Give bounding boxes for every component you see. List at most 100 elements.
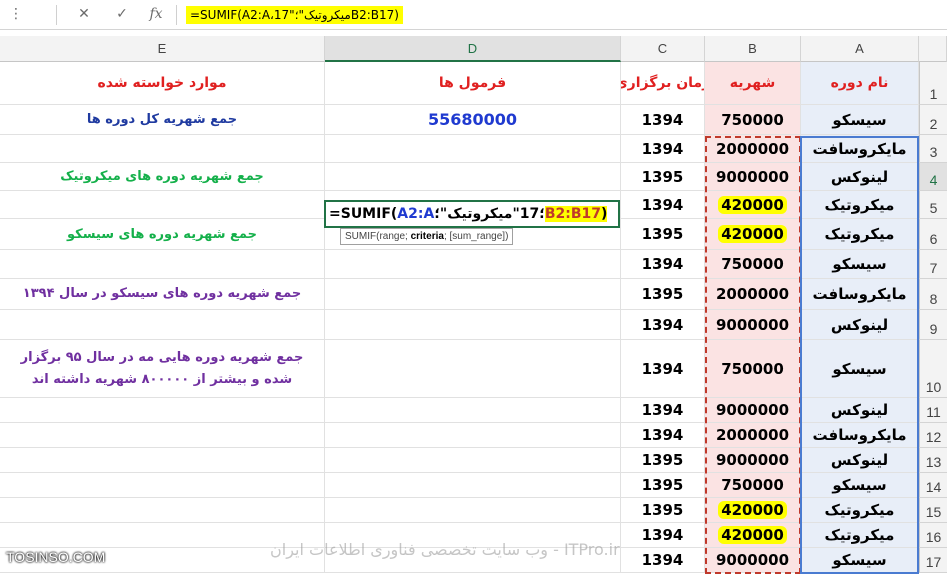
row-header[interactable]: 11 [919, 398, 947, 423]
cell-b9[interactable]: 9000000 [705, 310, 801, 340]
row-header[interactable]: 6 [919, 219, 947, 250]
cell-a13[interactable]: لینوکس [801, 448, 919, 473]
cell-d8[interactable] [325, 279, 621, 310]
cell-d15[interactable] [325, 498, 621, 523]
row-header[interactable]: 13 [919, 448, 947, 473]
cell-b12[interactable]: 2000000 [705, 423, 801, 448]
row-header[interactable]: 4 [919, 163, 947, 191]
cell-a10[interactable]: سیسکو [801, 340, 919, 398]
cell-a11[interactable]: لینوکس [801, 398, 919, 423]
tooltip-criteria[interactable]: criteria [411, 231, 444, 242]
header-cell-d[interactable]: فرمول ها [325, 62, 621, 105]
cell-d3[interactable] [325, 135, 621, 163]
cell-e9[interactable] [0, 310, 325, 340]
column-header-c[interactable]: C [621, 36, 705, 62]
cell-c13[interactable]: 1395 [621, 448, 705, 473]
cell-c5[interactable]: 1394 [621, 191, 705, 219]
cell-d10[interactable] [325, 340, 621, 398]
row-header[interactable]: 14 [919, 473, 947, 498]
cell-b16[interactable]: 420000 [705, 523, 801, 548]
cell-b7[interactable]: 750000 [705, 250, 801, 279]
insert-function-icon[interactable]: fx [146, 4, 166, 24]
cell-a14[interactable]: سیسکو [801, 473, 919, 498]
cell-a5[interactable]: میکروتیک [801, 191, 919, 219]
column-header-d[interactable]: D [325, 36, 621, 62]
header-cell-e[interactable]: موارد خواسته شده [0, 62, 325, 105]
cell-b3[interactable]: 2000000 [705, 135, 801, 163]
cell-c7[interactable]: 1394 [621, 250, 705, 279]
row-header[interactable]: 5 [919, 191, 947, 219]
cell-a6[interactable]: میکروتیک [801, 219, 919, 250]
cell-d4[interactable] [325, 163, 621, 191]
cell-e5[interactable] [0, 191, 325, 219]
cell-b10[interactable]: 750000 [705, 340, 801, 398]
cell-c17[interactable]: 1394 [621, 548, 705, 573]
cell-a15[interactable]: میکروتیک [801, 498, 919, 523]
row-header[interactable]: 7 [919, 250, 947, 279]
cell-b13[interactable]: 9000000 [705, 448, 801, 473]
active-cell-editor[interactable]: =SUMIF( A2:A ؛17"میکروتیک"؛ B2:B17 ) [324, 200, 620, 228]
cell-d9[interactable] [325, 310, 621, 340]
row-header[interactable]: 9 [919, 310, 947, 340]
cell-e6[interactable]: جمع شهریه دوره های سیسکو [0, 219, 325, 250]
header-cell-c[interactable]: زمان برگزاری [621, 62, 705, 105]
cell-c14[interactable]: 1395 [621, 473, 705, 498]
cell-d11[interactable] [325, 398, 621, 423]
header-cell-b[interactable]: شهریه [705, 62, 801, 105]
row-header[interactable]: 1 [919, 62, 947, 105]
cell-c16[interactable]: 1394 [621, 523, 705, 548]
cell-b4[interactable]: 9000000 [705, 163, 801, 191]
column-header-b[interactable]: B [705, 36, 801, 62]
cell-c9[interactable]: 1394 [621, 310, 705, 340]
cell-e2[interactable]: جمع شهریه کل دوره ها [0, 105, 325, 135]
cell-a12[interactable]: مایکروسافت [801, 423, 919, 448]
cell-d12[interactable] [325, 423, 621, 448]
cell-a2[interactable]: سیسکو [801, 105, 919, 135]
cell-a8[interactable]: مایکروسافت [801, 279, 919, 310]
row-header[interactable]: 8 [919, 279, 947, 310]
more-options-icon[interactable]: ⋮ [6, 4, 26, 24]
formula-input[interactable]: =SUMIF(A2:A،17"میکروتیک"؛B2:B17) [186, 6, 403, 24]
cell-c6[interactable]: 1395 [621, 219, 705, 250]
cell-a4[interactable]: لینوکس [801, 163, 919, 191]
cell-e3[interactable] [0, 135, 325, 163]
cell-e11[interactable] [0, 398, 325, 423]
row-header[interactable]: 12 [919, 423, 947, 448]
cell-e10[interactable]: جمع شهریه دوره هایی مه در سال ۹۵ برگزار … [0, 340, 325, 398]
cell-c15[interactable]: 1395 [621, 498, 705, 523]
tooltip-rest[interactable]: ; [sum_range]) [444, 231, 508, 242]
column-header-e[interactable]: E [0, 36, 325, 62]
cell-b5[interactable]: 420000 [705, 191, 801, 219]
row-header[interactable]: 2 [919, 105, 947, 135]
cell-b2[interactable]: 750000 [705, 105, 801, 135]
cell-a16[interactable]: میکروتیک [801, 523, 919, 548]
column-header-a[interactable]: A [801, 36, 919, 62]
cell-e7[interactable] [0, 250, 325, 279]
cell-b8[interactable]: 2000000 [705, 279, 801, 310]
header-cell-a[interactable]: نام دوره [801, 62, 919, 105]
cell-e15[interactable] [0, 498, 325, 523]
cell-c11[interactable]: 1394 [621, 398, 705, 423]
tooltip-fn[interactable]: SUMIF(range; [345, 231, 411, 242]
cell-c2[interactable]: 1394 [621, 105, 705, 135]
row-header[interactable]: 16 [919, 523, 947, 548]
cell-d2[interactable]: 55680000 [325, 105, 621, 135]
cell-c12[interactable]: 1394 [621, 423, 705, 448]
cell-d13[interactable] [325, 448, 621, 473]
cell-b14[interactable]: 750000 [705, 473, 801, 498]
row-header[interactable]: 15 [919, 498, 947, 523]
cell-c3[interactable]: 1394 [621, 135, 705, 163]
cell-e13[interactable] [0, 448, 325, 473]
cell-c10[interactable]: 1394 [621, 340, 705, 398]
cell-a9[interactable]: لینوکس [801, 310, 919, 340]
row-header[interactable]: 3 [919, 135, 947, 163]
cell-a17[interactable]: سیسکو [801, 548, 919, 573]
select-all-corner[interactable] [919, 36, 947, 62]
cell-e4[interactable]: جمع شهریه دوره های میکروتیک [0, 163, 325, 191]
cancel-icon[interactable]: ✕ [74, 4, 94, 24]
row-header[interactable]: 10 [919, 340, 947, 398]
cell-e8[interactable]: جمع شهریه دوره های سیسکو در سال ۱۳۹۴ [0, 279, 325, 310]
cell-d7[interactable] [325, 250, 621, 279]
cell-b17[interactable]: 9000000 [705, 548, 801, 573]
row-header[interactable]: 17 [919, 548, 947, 573]
